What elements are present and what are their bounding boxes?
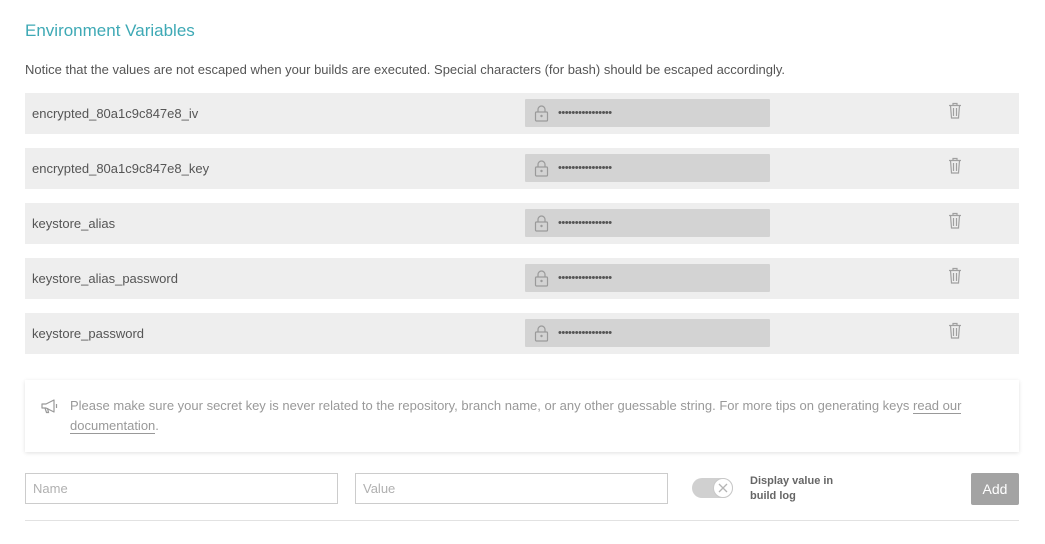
display-value-toggle[interactable] bbox=[692, 478, 733, 498]
lock-icon bbox=[534, 215, 549, 232]
lock-icon bbox=[534, 105, 549, 122]
escape-notice: Notice that the values are not escaped w… bbox=[25, 62, 785, 77]
page-title: Environment Variables bbox=[25, 21, 195, 40]
env-variable-row: keystore_alias •••••••••••••••• bbox=[25, 203, 1019, 244]
tip-body: Please make sure your secret key is neve… bbox=[70, 398, 914, 413]
env-variable-list: encrypted_80a1c9c847e8_iv ••••••••••••••… bbox=[25, 93, 1019, 368]
env-variable-row: encrypted_80a1c9c847e8_iv ••••••••••••••… bbox=[25, 93, 1019, 134]
divider bbox=[25, 520, 1019, 521]
env-variable-name: encrypted_80a1c9c847e8_iv bbox=[32, 106, 199, 121]
lock-icon bbox=[534, 325, 549, 342]
env-variable-value: •••••••••••••••• bbox=[525, 209, 770, 237]
masked-value: •••••••••••••••• bbox=[558, 272, 612, 284]
add-button[interactable]: Add bbox=[971, 473, 1019, 505]
toggle-knob bbox=[713, 478, 733, 498]
masked-value: •••••••••••••••• bbox=[558, 107, 612, 119]
env-variable-row: keystore_alias_password •••••••••••••••• bbox=[25, 258, 1019, 299]
masked-value: •••••••••••••••• bbox=[558, 327, 612, 339]
env-variable-value: •••••••••••••••• bbox=[525, 264, 770, 292]
trash-icon[interactable] bbox=[948, 157, 962, 174]
value-input[interactable] bbox=[355, 473, 668, 504]
env-variable-name: keystore_alias_password bbox=[32, 271, 178, 286]
display-value-label: Display value in build log bbox=[750, 475, 834, 502]
env-variable-name: encrypted_80a1c9c847e8_key bbox=[32, 161, 210, 176]
lock-icon bbox=[534, 270, 549, 287]
trash-icon[interactable] bbox=[948, 212, 962, 229]
tip-suffix: . bbox=[155, 418, 159, 433]
megaphone-icon bbox=[41, 399, 58, 414]
name-input[interactable] bbox=[25, 473, 338, 504]
lock-icon bbox=[534, 160, 549, 177]
env-variable-row: keystore_password •••••••••••••••• bbox=[25, 313, 1019, 354]
env-variable-value: •••••••••••••••• bbox=[525, 154, 770, 182]
env-variable-value: •••••••••••••••• bbox=[525, 319, 770, 347]
trash-icon[interactable] bbox=[948, 102, 962, 119]
trash-icon[interactable] bbox=[948, 322, 962, 339]
trash-icon[interactable] bbox=[948, 267, 962, 284]
env-variable-row: encrypted_80a1c9c847e8_key •••••••••••••… bbox=[25, 148, 1019, 189]
tip-text: Please make sure your secret key is neve… bbox=[70, 396, 1000, 436]
close-icon bbox=[718, 483, 728, 493]
env-variable-value: •••••••••••••••• bbox=[525, 99, 770, 127]
masked-value: •••••••••••••••• bbox=[558, 162, 612, 174]
env-variable-name: keystore_password bbox=[32, 326, 144, 341]
secret-key-tip: Please make sure your secret key is neve… bbox=[25, 380, 1019, 452]
masked-value: •••••••••••••••• bbox=[558, 217, 612, 229]
env-variable-name: keystore_alias bbox=[32, 216, 116, 231]
